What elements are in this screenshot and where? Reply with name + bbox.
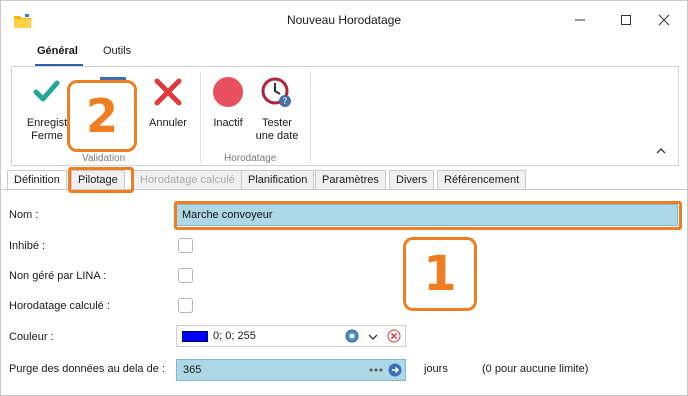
tab-planification[interactable]: Planification	[241, 170, 315, 190]
minimize-button[interactable]	[557, 1, 603, 39]
couleur-label: Couleur :	[9, 331, 54, 343]
color-picker-field[interactable]: 0; 0; 255	[176, 325, 406, 347]
horodatage-calcule-checkbox[interactable]	[178, 298, 193, 313]
test-date-label-1: Tester	[262, 117, 292, 129]
non-gere-checkbox[interactable]	[178, 268, 193, 283]
clear-icon[interactable]	[387, 329, 401, 343]
inhibe-label: Inhibé :	[9, 240, 46, 252]
horodatage-calcule-label: Horodatage calculé :	[9, 300, 110, 312]
save-close-button[interactable]: Enregist Ferme	[24, 75, 70, 143]
svg-text:?: ?	[283, 97, 288, 107]
group-separator	[310, 71, 311, 163]
chevron-up-icon[interactable]	[654, 145, 668, 157]
arrow-right-icon[interactable]	[388, 363, 402, 377]
tab-definition[interactable]: Définition	[7, 170, 67, 191]
ribbon-tab-outils[interactable]: Outils	[103, 45, 131, 57]
tab-referencement[interactable]: Référencement	[437, 170, 527, 190]
inactive-label: Inactif	[213, 117, 243, 129]
clock-help-icon: ?	[261, 77, 291, 107]
tab-parametres[interactable]: Paramètres	[315, 170, 386, 190]
cancel-button[interactable]: Annuler	[146, 75, 190, 130]
group-label-horodatage: Horodatage	[224, 153, 277, 164]
maximize-icon	[621, 15, 631, 25]
cancel-label: Annuler	[149, 117, 187, 129]
non-gere-label: Non géré par LINA :	[9, 270, 107, 282]
inhibe-checkbox[interactable]	[178, 238, 193, 253]
purge-label: Purge des données au dela de :	[9, 363, 165, 375]
purge-value: 365	[183, 364, 202, 376]
test-date-button[interactable]: ? Tester une date	[252, 75, 302, 143]
color-wheel-icon[interactable]	[345, 329, 359, 343]
ribbon-tabs: Général Outils	[1, 41, 687, 65]
test-date-label-2: une date	[255, 130, 299, 142]
horodatage-window: Nouveau Horodatage Général Outils Enregi…	[0, 0, 688, 396]
color-swatch	[182, 331, 208, 342]
purge-input[interactable]: 365	[176, 359, 406, 381]
nom-label: Nom :	[9, 209, 39, 221]
annotation-number-2: 2	[67, 80, 137, 152]
annotation-number-1: 1	[403, 237, 477, 311]
chevron-down-icon[interactable]	[367, 331, 379, 343]
save-check-icon	[33, 80, 60, 102]
ribbon-tab-general[interactable]: Général	[37, 45, 78, 57]
purge-hint: (0 pour aucune limite)	[482, 363, 589, 375]
group-separator	[200, 71, 201, 163]
ellipsis-icon[interactable]	[369, 368, 383, 372]
tab-divers[interactable]: Divers	[389, 170, 435, 190]
save-close-label-1: Enregist	[26, 117, 68, 129]
tab-horodatage-calcule[interactable]: Horodatage calculé	[133, 170, 242, 190]
inactive-button[interactable]: Inactif	[208, 75, 248, 130]
inactive-circle-icon	[213, 77, 243, 107]
cancel-x-icon	[154, 78, 182, 106]
close-icon	[658, 14, 670, 26]
color-value: 0; 0; 255	[213, 330, 256, 342]
annotation-highlight-nom	[174, 201, 682, 230]
save-close-label-2: Ferme	[31, 130, 63, 142]
title-bar: Nouveau Horodatage	[1, 1, 687, 39]
minimize-icon	[575, 19, 585, 21]
purge-unit: jours	[424, 363, 448, 375]
annotation-highlight-pilotage	[68, 167, 134, 193]
group-label-validation: Validation	[82, 153, 126, 164]
close-button[interactable]	[641, 1, 687, 39]
